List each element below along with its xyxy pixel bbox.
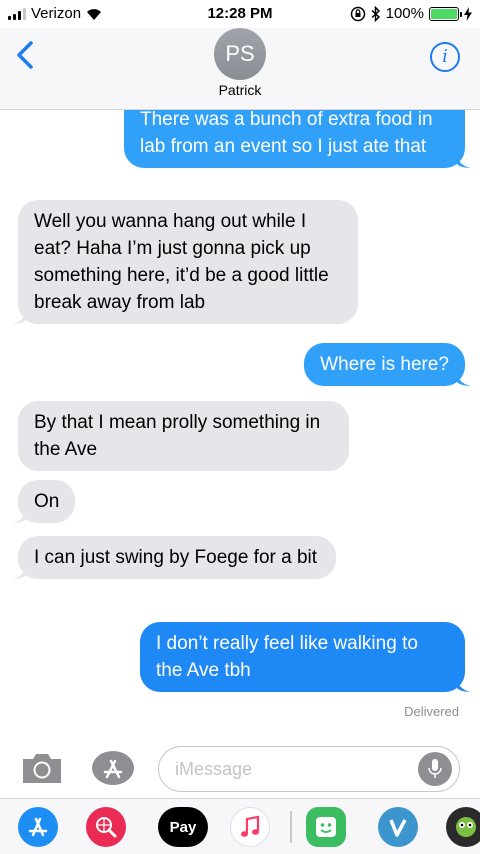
conversation-header: PS Patrick i (0, 28, 480, 110)
message-bubble-incoming[interactable]: By that I mean prolly something in the A… (18, 401, 349, 471)
microphone-icon (428, 759, 442, 778)
status-right: 100% (350, 5, 472, 22)
apple-pay-icon[interactable]: Pay (158, 807, 208, 847)
bluetooth-icon (371, 5, 380, 22)
charging-icon (464, 6, 472, 21)
camera-icon[interactable] (20, 750, 64, 786)
compose-bar (0, 740, 480, 798)
venmo-glyph (389, 819, 407, 837)
message-bubble-outgoing[interactable]: There was a bunch of extra food in lab f… (124, 110, 471, 168)
bubble-tail (12, 563, 26, 579)
message-input[interactable] (158, 746, 460, 792)
rotation-lock-icon (350, 6, 365, 21)
apple-pay-label: Pay (169, 818, 197, 836)
message-text: Well you wanna hang out while I eat? Hah… (34, 211, 329, 313)
message-text: There was a bunch of extra food in lab f… (140, 110, 433, 157)
bubble-tail (457, 676, 471, 692)
app-store-glyph (28, 817, 48, 837)
drawer-divider (290, 811, 292, 843)
app-store-icon[interactable] (18, 807, 58, 847)
music-note-glyph (241, 815, 260, 837)
message-bubble-outgoing[interactable]: I don’t really feel like walking to the … (140, 622, 471, 692)
message-bubble-incoming[interactable]: I can just swing by Foege for a bit (12, 536, 336, 579)
message-bubble-incoming[interactable]: On (12, 480, 76, 523)
message-bubble-incoming[interactable]: Well you wanna hang out while I eat? Hah… (12, 200, 358, 324)
back-button[interactable] (14, 40, 38, 70)
music-icon[interactable] (230, 807, 270, 847)
venmo-icon[interactable] (378, 807, 418, 847)
message-bubble-outgoing[interactable]: Where is here? (304, 343, 471, 386)
status-bar: Verizon 12:28 PM 100% (0, 0, 480, 28)
message-text: On (34, 491, 60, 512)
microphone-button[interactable] (418, 752, 452, 786)
message-text: Where is here? (320, 354, 449, 375)
message-thread: There was a bunch of extra food in lab f… (0, 110, 480, 738)
battery-percent: 100% (385, 5, 424, 22)
info-button[interactable]: i (430, 42, 460, 72)
message-text: I don’t really feel like walking to the … (156, 633, 418, 681)
contact-avatar[interactable]: PS (214, 28, 266, 80)
message-text: By that I mean prolly something in the A… (34, 412, 321, 460)
sticker-face-glyph (316, 817, 336, 837)
contact-name[interactable]: Patrick (0, 82, 480, 98)
delivered-status: Delivered (404, 704, 459, 719)
bubble-tail (457, 370, 471, 386)
app-drawer: Pay (0, 798, 480, 854)
app-store-button[interactable] (91, 749, 135, 787)
game-app-icon[interactable] (446, 807, 480, 847)
sticker-app-icon[interactable] (306, 807, 346, 847)
bubble-tail (457, 152, 471, 168)
globe-search-glyph (96, 817, 117, 838)
message-text: I can just swing by Foege for a bit (34, 547, 318, 568)
bubble-tail (12, 308, 26, 324)
web-search-icon[interactable] (86, 807, 126, 847)
battery-icon (429, 6, 462, 21)
game-character-glyph (456, 817, 476, 837)
bubble-tail (12, 507, 26, 523)
